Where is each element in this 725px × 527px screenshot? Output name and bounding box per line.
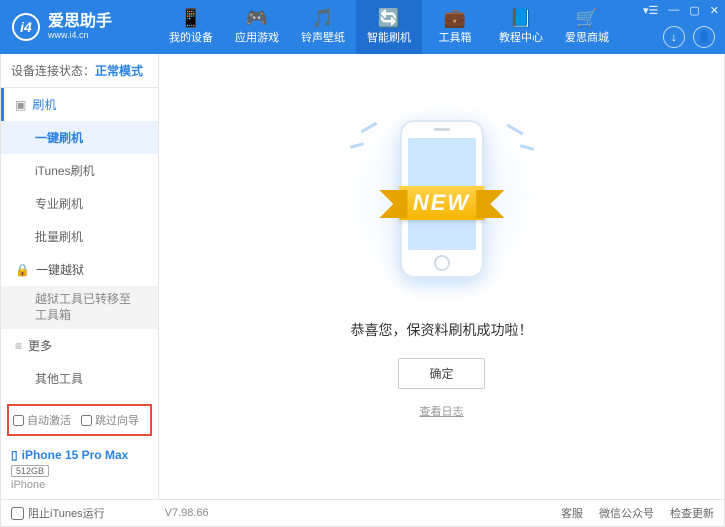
window-controls: ▾☰ — ▢ ✕: [643, 4, 719, 17]
nav-my-device[interactable]: 📱我的设备: [158, 0, 224, 54]
download-button[interactable]: ↓: [663, 26, 685, 48]
device-icon: 📱: [180, 9, 202, 27]
nav-apps-games[interactable]: 🎮应用游戏: [224, 0, 290, 54]
block-itunes-checkbox[interactable]: [11, 507, 24, 520]
phone-icon: ▯: [11, 448, 18, 462]
main-content: NEW 恭喜您，保资料刷机成功啦！ 确定 查看日志: [159, 54, 724, 499]
device-type: iPhone: [11, 479, 148, 491]
new-ribbon: NEW: [399, 186, 484, 220]
menu-one-click-flash[interactable]: 一键刷机: [1, 121, 158, 154]
options-box: 自动激活 跳过向导: [7, 404, 152, 436]
footer-support[interactable]: 客服: [561, 505, 583, 521]
logo-icon: i4: [12, 13, 40, 41]
menu-jailbreak-note[interactable]: 越狱工具已转移至 工具箱: [1, 286, 158, 329]
menu-other-tools[interactable]: 其他工具: [1, 362, 158, 395]
app-logo: i4 爱思助手 www.i4.cn: [0, 13, 158, 41]
nav-store[interactable]: 🛒爱思商城: [554, 0, 620, 54]
nav-ringtone-wallpaper[interactable]: 🎵铃声壁纸: [290, 0, 356, 54]
footer: 阻止iTunes运行 V7.98.66 客服 微信公众号 检查更新: [0, 499, 725, 527]
more-icon: ≡: [15, 339, 22, 353]
device-status: 设备连接状态：正常模式: [1, 54, 158, 88]
lock-icon: 🔒: [15, 263, 30, 277]
menu-group-jailbreak[interactable]: 🔒一键越狱: [1, 253, 158, 286]
menu-icon[interactable]: ▾☰: [643, 4, 658, 17]
tutorial-icon: 📘: [510, 9, 532, 27]
apps-icon: 🎮: [246, 9, 268, 27]
nav-toolbox[interactable]: 💼工具箱: [422, 0, 488, 54]
app-title: 爱思助手: [48, 14, 112, 30]
success-message: 恭喜您，保资料刷机成功啦！: [351, 320, 533, 340]
menu-download-firmware[interactable]: 下载固件: [1, 395, 158, 400]
nav-smart-flash[interactable]: 🔄智能刷机: [356, 0, 422, 54]
opt-auto-activate[interactable]: 自动激活: [13, 412, 71, 428]
footer-check-update[interactable]: 检查更新: [670, 505, 714, 521]
sidebar: 设备连接状态：正常模式 ▣刷机 一键刷机 iTunes刷机 专业刷机 批量刷机 …: [1, 54, 159, 499]
menu-itunes-flash[interactable]: iTunes刷机: [1, 154, 158, 187]
menu-group-flash[interactable]: ▣刷机: [1, 88, 158, 121]
top-nav: 📱我的设备 🎮应用游戏 🎵铃声壁纸 🔄智能刷机 💼工具箱 📘教程中心 🛒爱思商城: [158, 0, 620, 54]
menu-batch-flash[interactable]: 批量刷机: [1, 220, 158, 253]
block-itunes-option[interactable]: 阻止iTunes运行: [11, 505, 105, 521]
version-label: V7.98.66: [165, 507, 209, 519]
app-subtitle: www.i4.cn: [48, 30, 112, 40]
device-storage: 512GB: [11, 465, 49, 477]
flash-group-icon: ▣: [15, 98, 26, 112]
store-icon: 🛒: [576, 9, 598, 27]
close-icon[interactable]: ✕: [710, 4, 719, 17]
maximize-icon[interactable]: ▢: [689, 4, 699, 17]
footer-wechat[interactable]: 微信公众号: [599, 505, 654, 521]
success-illustration: NEW: [332, 94, 552, 304]
device-name: iPhone 15 Pro Max: [22, 448, 129, 462]
skip-guide-checkbox[interactable]: [81, 415, 92, 426]
toolbox-icon: 💼: [444, 9, 466, 27]
menu-group-more[interactable]: ≡更多: [1, 329, 158, 362]
opt-skip-guide[interactable]: 跳过向导: [81, 412, 139, 428]
auto-activate-checkbox[interactable]: [13, 415, 24, 426]
title-bar: i4 爱思助手 www.i4.cn 📱我的设备 🎮应用游戏 🎵铃声壁纸 🔄智能刷…: [0, 0, 725, 54]
device-info: ▯ iPhone 15 Pro Max 512GB iPhone: [1, 442, 158, 499]
minimize-icon[interactable]: —: [668, 4, 679, 17]
ok-button[interactable]: 确定: [398, 358, 484, 389]
nav-tutorials[interactable]: 📘教程中心: [488, 0, 554, 54]
view-log-link[interactable]: 查看日志: [420, 403, 464, 419]
user-button[interactable]: 👤: [693, 26, 715, 48]
flash-icon: 🔄: [378, 9, 400, 27]
ringtone-icon: 🎵: [312, 9, 334, 27]
menu-pro-flash[interactable]: 专业刷机: [1, 187, 158, 220]
